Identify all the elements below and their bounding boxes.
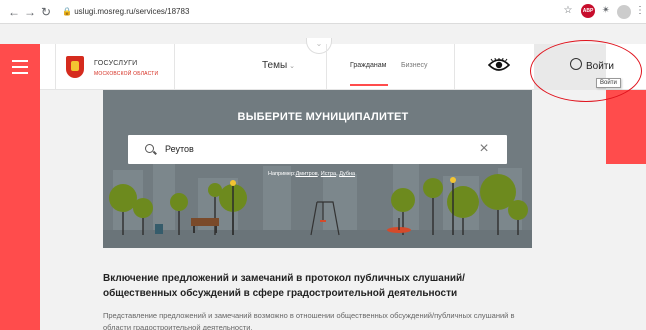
hamburger-line [12, 66, 28, 68]
header-divider [454, 44, 455, 90]
chevron-down-icon: ⌄ [289, 63, 296, 70]
hint-link-dmitrov[interactable]: Дмитров [296, 171, 318, 177]
logo-title: ГОСУСЛУГИ [94, 60, 138, 67]
close-icon[interactable]: × [476, 141, 492, 157]
hint-link-dubna[interactable]: Дубна [339, 171, 355, 177]
service-description-line: Представление предложений и замечаний во… [103, 311, 515, 320]
profile-avatar-icon[interactable] [617, 5, 631, 19]
star-icon[interactable]: ☆ [561, 4, 575, 18]
browser-toolbar: ← → ↻ 🔒 uslugi.mosreg.ru/services/18783 … [0, 0, 646, 24]
search-icon [145, 144, 154, 153]
service-title: Включение предложений и замечаний в прот… [103, 271, 513, 301]
adblock-icon[interactable]: ABP [581, 4, 595, 18]
themes-dropdown[interactable]: Темы ⌄ [262, 60, 295, 71]
hamburger-line [12, 60, 28, 62]
lock-icon: 🔒 [62, 7, 72, 16]
tab-business[interactable]: Бизнесу [401, 62, 427, 69]
hamburger-line [12, 72, 28, 74]
search-hint: Например:Дмитров, Истра, Дубна [268, 171, 356, 177]
extensions-icon[interactable]: ✴ [599, 4, 613, 18]
active-tab-indicator [350, 84, 388, 86]
annotation-ellipse [530, 40, 642, 102]
hero-title: ВЫБЕРИТЕ МУНИЦИПАЛИТЕТ [237, 111, 409, 123]
service-description: Представление предложений и замечаний во… [103, 310, 533, 330]
adblock-label: ABP [582, 8, 594, 14]
service-description-line: области градостроительной деятельности. [103, 323, 253, 330]
tab-citizens[interactable]: Гражданам [350, 62, 386, 69]
accessibility-eye-icon[interactable] [488, 58, 510, 72]
themes-label: Темы [262, 60, 288, 71]
logo-subtitle: МОСКОВСКОЙ ОБЛАСТИ [94, 71, 159, 77]
reload-icon[interactable]: ↻ [38, 4, 54, 20]
hamburger-menu-button[interactable] [0, 44, 40, 90]
hint-prefix: Например: [268, 171, 296, 177]
service-title-line: Включение предложений и замечаний в прот… [103, 273, 465, 284]
hint-link-istra[interactable]: Истра [321, 171, 336, 177]
menu-dots-icon[interactable]: ⋮ [633, 4, 646, 18]
search-value[interactable]: Реутов [165, 144, 194, 154]
header-divider [326, 44, 327, 90]
forward-icon[interactable]: → [22, 4, 38, 20]
site-logo[interactable]: ГОСУСЛУГИ МОСКОВСКОЙ ОБЛАСТИ [55, 44, 175, 90]
service-title-line: общественных обсуждений в сфере градостр… [103, 288, 458, 299]
address-bar[interactable]: 🔒 uslugi.mosreg.ru/services/18783 [62, 3, 562, 21]
address-url: uslugi.mosreg.ru/services/18783 [74, 7, 190, 16]
coat-of-arms-icon [66, 56, 84, 78]
back-icon[interactable]: ← [6, 4, 22, 20]
